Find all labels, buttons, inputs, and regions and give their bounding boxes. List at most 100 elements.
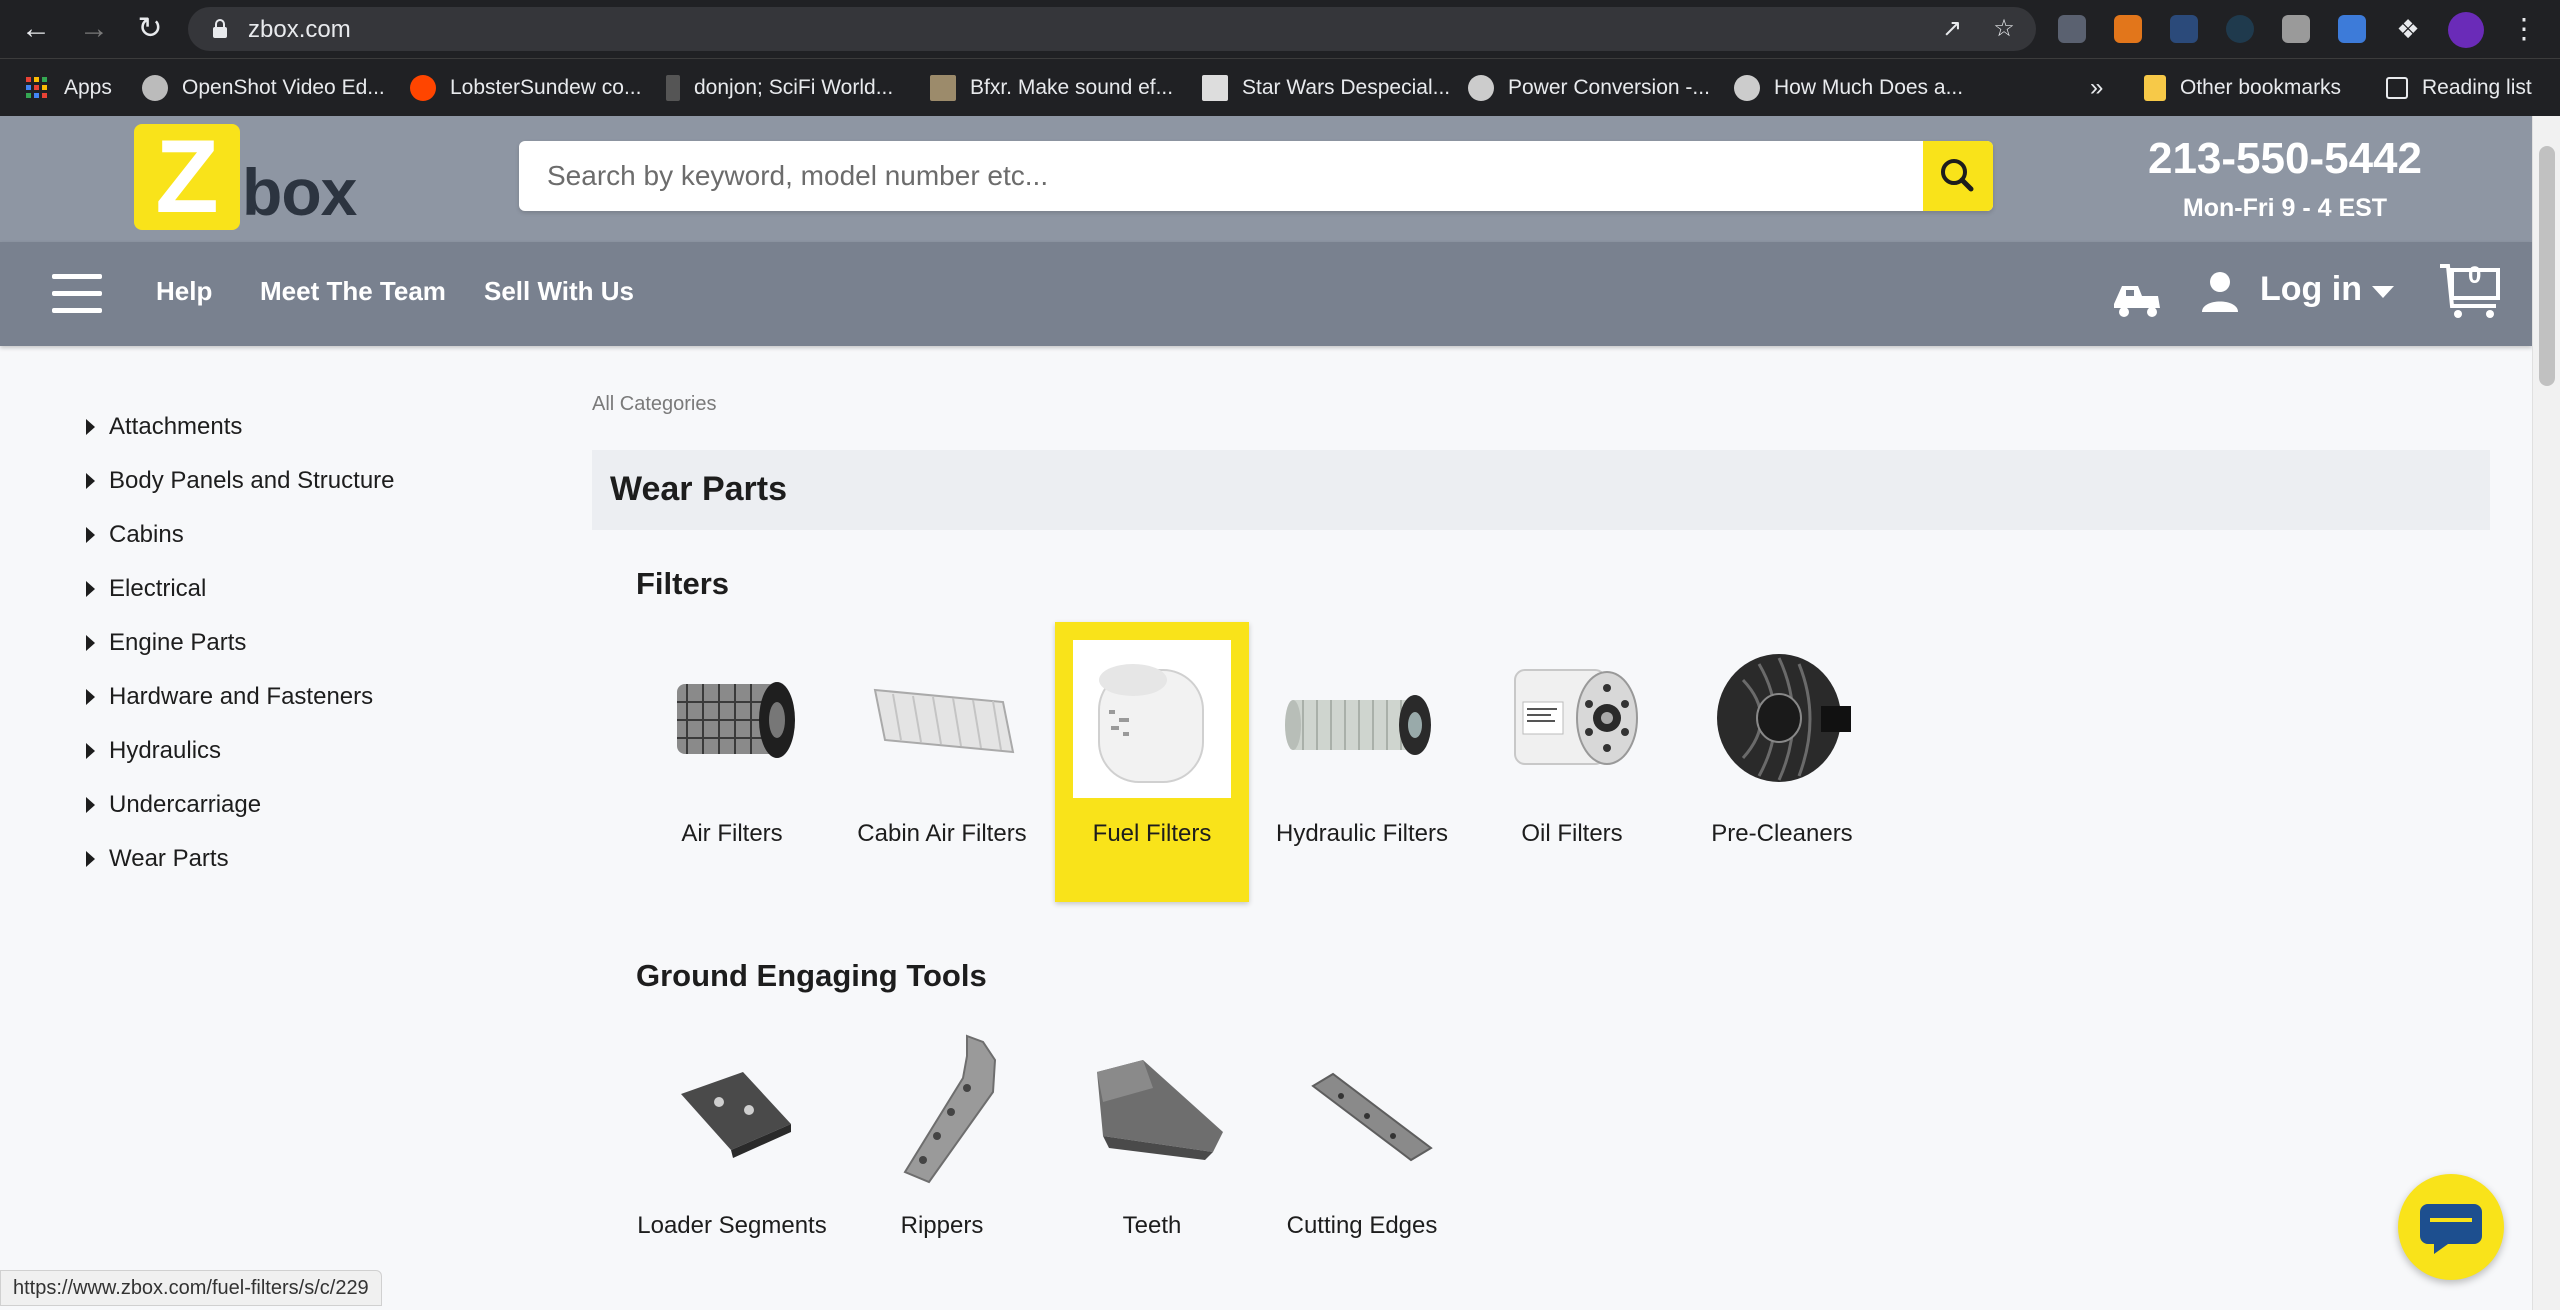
phone-number[interactable]: 213-550-5442: [2130, 134, 2440, 184]
caret-right-icon: [86, 851, 95, 867]
caret-right-icon: [86, 419, 95, 435]
category-tile-oil-filters[interactable]: Oil Filters: [1475, 622, 1669, 902]
screenshot-extension-icon[interactable]: [2338, 15, 2366, 43]
search-button[interactable]: [1923, 141, 1993, 211]
fuel-filter-image: [1073, 640, 1231, 798]
bookmarks-bar: Apps OpenShot Video Ed... LobsterSundew …: [0, 58, 2560, 116]
metamask-extension-icon[interactable]: [2114, 15, 2142, 43]
caret-right-icon: [86, 473, 95, 489]
globe-icon: [1734, 75, 1760, 101]
category-tile-cutting-edges[interactable]: Cutting Edges: [1265, 1014, 1459, 1294]
reading-list[interactable]: Reading list: [2386, 71, 2532, 105]
category-label: Teeth: [1122, 1212, 1182, 1239]
search-bar: [519, 141, 1993, 211]
sidebar-item-cabins[interactable]: Cabins: [86, 508, 506, 562]
category-tile-loader-segments[interactable]: Loader Segments: [635, 1014, 829, 1294]
section-header: Wear Parts: [592, 450, 2490, 530]
sidebar-item-hydraulics[interactable]: Hydraulics: [86, 724, 506, 778]
sidebar-item-electrical[interactable]: Electrical: [86, 562, 506, 616]
apps-grid-icon: [26, 77, 47, 98]
business-hours: Mon-Fri 9 - 4 EST: [2182, 194, 2388, 222]
bookmark-bfxr[interactable]: Bfxr. Make sound ef...: [930, 71, 1173, 105]
profile-avatar[interactable]: [2448, 12, 2484, 48]
zbox-logo-word: box: [242, 155, 357, 229]
bookmark-apps[interactable]: Apps: [24, 71, 112, 105]
cart-count: 0: [2468, 262, 2482, 289]
category-tile-cabin-air-filters[interactable]: Cabin Air Filters: [845, 622, 1039, 902]
sidebar-item-attachments[interactable]: Attachments: [86, 400, 506, 454]
category-label: Loader Segments: [637, 1212, 827, 1239]
bookmark-star-wars[interactable]: Star Wars Despecial...: [1202, 71, 1450, 105]
oil-filter-image: [1514, 669, 1638, 765]
login-button[interactable]: Log in: [2260, 270, 2362, 309]
lock-icon: [213, 19, 227, 38]
nav-sell-with-us[interactable]: Sell With Us: [484, 276, 634, 307]
category-sidebar: Attachments Body Panels and Structure Ca…: [86, 400, 506, 886]
other-bookmarks[interactable]: Other bookmarks: [2144, 71, 2341, 105]
back-icon[interactable]: ←: [20, 13, 52, 45]
equipment-icon[interactable]: [2108, 264, 2168, 324]
caret-right-icon: [86, 797, 95, 813]
nav-help[interactable]: Help: [156, 276, 212, 307]
page-scrollbar[interactable]: [2532, 116, 2560, 1310]
category-tile-hydraulic-filters[interactable]: Hydraulic Filters: [1265, 622, 1459, 902]
extension-icon[interactable]: [2282, 15, 2310, 43]
chat-button[interactable]: [2398, 1174, 2504, 1280]
category-label: Pre-Cleaners: [1711, 820, 1853, 847]
search-input[interactable]: [519, 141, 1923, 211]
caret-right-icon: [86, 635, 95, 651]
url-text: zbox.com: [248, 16, 351, 43]
bookmark-power-conversion[interactable]: Power Conversion -...: [1468, 71, 1710, 105]
search-icon: [1941, 159, 1974, 192]
category-tile-pre-cleaners[interactable]: Pre-Cleaners: [1685, 622, 1879, 902]
bookmarks-overflow-button[interactable]: »: [2090, 71, 2103, 105]
category-label: Cutting Edges: [1286, 1212, 1438, 1239]
share-icon[interactable]: ↗: [1940, 17, 1964, 41]
category-tile-rippers[interactable]: Rippers: [845, 1014, 1039, 1294]
cutting-edge-image: [1311, 1072, 1433, 1162]
category-tile-air-filters[interactable]: Air Filters: [635, 622, 829, 902]
zbox-logo[interactable]: Z: [134, 124, 240, 230]
category-label: Air Filters: [681, 820, 783, 847]
globe-icon: [1468, 75, 1494, 101]
loader-segment-image: [681, 1072, 791, 1158]
extension-icon[interactable]: [2170, 15, 2198, 43]
sidebar-item-body-panels[interactable]: Body Panels and Structure: [86, 454, 506, 508]
bookmark-openshot[interactable]: OpenShot Video Ed...: [142, 71, 385, 105]
nav-meet-the-team[interactable]: Meet The Team: [260, 276, 446, 307]
folder-icon: [2144, 75, 2166, 101]
category-label: Cabin Air Filters: [857, 820, 1027, 847]
caret-right-icon: [86, 581, 95, 597]
hamburger-menu-icon[interactable]: [52, 274, 102, 314]
chat-icon: [2420, 1204, 2482, 1254]
breadcrumb[interactable]: All Categories: [592, 393, 717, 416]
ripper-image: [903, 1034, 997, 1184]
puzzle-icon[interactable]: ❖: [2394, 15, 2422, 43]
kebab-menu-icon[interactable]: ⋮: [2508, 13, 2540, 45]
react-devtools-icon[interactable]: [2226, 15, 2254, 43]
reddit-icon: [410, 75, 436, 101]
reload-icon[interactable]: ↻: [134, 13, 166, 45]
bookmark-how-much[interactable]: How Much Does a...: [1734, 71, 1963, 105]
category-label: Oil Filters: [1521, 820, 1623, 847]
scrollbar-thumb[interactable]: [2539, 146, 2555, 386]
group-title-ground-engaging-tools: Ground Engaging Tools: [636, 958, 987, 993]
user-icon[interactable]: [2200, 270, 2240, 314]
caret-right-icon: [86, 743, 95, 759]
sidebar-item-wear-parts[interactable]: Wear Parts: [86, 832, 506, 886]
chevron-down-icon[interactable]: [2372, 286, 2394, 300]
site-nav: Help Meet The Team Sell With Us Log in 0: [0, 242, 2532, 346]
category-tile-fuel-filters[interactable]: Fuel Filters: [1055, 622, 1249, 902]
category-tile-teeth[interactable]: Teeth: [1055, 1014, 1249, 1294]
forward-icon[interactable]: →: [78, 13, 110, 45]
bookmark-lobstersundew[interactable]: LobsterSundew co...: [410, 71, 641, 105]
sidebar-item-hardware[interactable]: Hardware and Fasteners: [86, 670, 506, 724]
bookmark-donjon[interactable]: donjon; SciFi World...: [666, 71, 893, 105]
dropbox-extension-icon[interactable]: [2058, 15, 2086, 43]
sidebar-item-engine-parts[interactable]: Engine Parts: [86, 616, 506, 670]
category-label: Hydraulic Filters: [1275, 820, 1449, 847]
address-bar[interactable]: zbox.com ↗ ☆: [188, 7, 2036, 51]
site-header: Z box 213-550-5442 Mon-Fri 9 - 4 EST: [0, 116, 2532, 242]
star-icon[interactable]: ☆: [1992, 17, 2016, 41]
sidebar-item-undercarriage[interactable]: Undercarriage: [86, 778, 506, 832]
